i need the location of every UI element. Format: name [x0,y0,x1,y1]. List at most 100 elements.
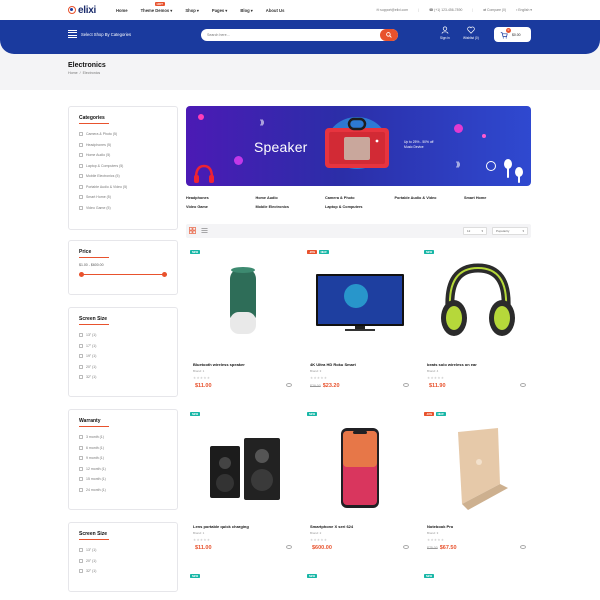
compare-link[interactable]: ⇄ Compare (0) [483,8,506,12]
logo[interactable]: elixi [68,5,96,16]
email-link[interactable]: ✉ support@elixi.com [376,8,408,12]
checkbox[interactable] [79,163,83,168]
nav-item-pages[interactable]: Pages ▾ [212,8,227,13]
category-option[interactable]: Camera & Photo (5) [79,129,167,140]
signin-link[interactable]: Sign in [440,26,450,40]
category-option[interactable]: Headphones (5) [79,140,167,151]
screen-size-option[interactable]: 13" (1) [79,330,167,341]
product-card[interactable]: -20% NEW 4K Ultra HD Roku Smart Brand: 3 … [303,242,416,402]
product-card[interactable]: NEW Lens portable quick charging Brand: … [186,404,299,564]
checkbox[interactable] [79,558,83,563]
checkbox[interactable] [79,487,83,492]
warranty-option[interactable]: 6 month (1) [79,443,167,454]
category-option[interactable]: Mobile Electronics (5) [79,171,167,182]
nav-item-theme-demos[interactable]: Theme Demos ▾ HOT [141,1,172,13]
product-image[interactable] [311,256,408,349]
product-card[interactable]: NEW [186,566,299,600]
breadcrumb-home[interactable]: Home [68,71,78,75]
product-image[interactable] [311,418,408,511]
checkbox[interactable] [79,195,83,200]
category-option[interactable]: Laptop & Computers (5) [79,161,167,172]
slider-max-handle[interactable] [162,271,167,277]
warranty-option[interactable]: 9 month (1) [79,453,167,464]
checkbox[interactable] [79,456,83,461]
checkbox[interactable] [79,569,83,574]
cart-button[interactable]: 0 $0.00 [494,27,531,42]
product-image[interactable] [194,418,291,511]
quick-view-eye-icon[interactable] [403,545,409,549]
promo-banner[interactable]: ))) ))) Speaker Up to 25% - 50% off Musi… [186,106,531,186]
nav-item-shop[interactable]: Shop ▾ [185,8,199,13]
screen-size-option[interactable]: 32" (1) [79,372,167,383]
category-option[interactable]: Video Game (5) [79,203,167,214]
category-link[interactable]: Laptop & Computers [325,205,395,209]
category-link[interactable]: Camera & Photo [325,196,395,200]
quick-view-eye-icon[interactable] [520,383,526,387]
quick-view-eye-icon[interactable] [403,383,409,387]
nav-item-blog[interactable]: Blog ▾ [240,8,252,13]
category-option[interactable]: Portable Audio & Video (5) [79,182,167,193]
quick-view-eye-icon[interactable] [286,545,292,549]
wishlist-link[interactable]: Wishlist (0) [463,26,479,40]
product-card[interactable]: NEW beats solo wireless on ear Brand: 4 … [420,242,533,402]
product-image[interactable] [428,418,525,511]
category-option[interactable]: Home Audio (5) [79,150,167,161]
product-card[interactable]: NEW [420,566,533,600]
sort-select[interactable]: Popularity ▾ [492,227,528,235]
price-slider[interactable] [79,271,167,277]
category-link[interactable]: Mobile Electronics [256,205,326,209]
phone-link[interactable]: ☎ (+1) 123-456-7890 [429,8,462,12]
checkbox[interactable] [79,364,83,369]
quick-view-eye-icon[interactable] [286,383,292,387]
checkbox[interactable] [79,333,83,338]
screen-size-option[interactable]: 20" (1) [79,556,167,567]
checkbox[interactable] [79,354,83,359]
product-card[interactable]: NEW Smartphone X seri 624 Brand: 2 ★★★★★… [303,404,416,564]
product-name[interactable]: Smartphone X seri 624 [310,524,353,529]
checkbox[interactable] [79,375,83,380]
product-image[interactable] [194,256,291,349]
category-link[interactable]: Home Audio [256,196,326,200]
product-card[interactable]: NEW [303,566,416,600]
checkbox[interactable] [79,174,83,179]
checkbox[interactable] [79,445,83,450]
nav-item-home[interactable]: Home [116,8,128,13]
list-view-icon[interactable] [201,227,208,234]
slider-min-handle[interactable] [79,271,84,277]
checkbox[interactable] [79,466,83,471]
checkbox[interactable] [79,548,83,553]
category-link[interactable]: Video Game [186,205,256,209]
checkbox[interactable] [79,184,83,189]
language-select[interactable]: ▪ English ▾ [516,8,532,12]
warranty-option[interactable]: 3 month (1) [79,432,167,443]
nav-item-about[interactable]: About Us [266,8,285,13]
screen-size-option[interactable]: 20" (1) [79,362,167,373]
checkbox[interactable] [79,153,83,158]
per-page-select[interactable]: 12 ▾ [463,227,487,235]
checkbox[interactable] [79,343,83,348]
screen-size-option[interactable]: 13" (1) [79,545,167,556]
screen-size-option[interactable]: 17" (1) [79,341,167,352]
quick-view-eye-icon[interactable] [520,545,526,549]
screen-size-option[interactable]: 32" (1) [79,566,167,577]
category-link[interactable]: Portable Audio & Video [395,196,465,200]
checkbox[interactable] [79,205,83,210]
search-input[interactable] [201,33,380,37]
category-link[interactable]: Smart Home [464,196,534,200]
product-name[interactable]: beats solo wireless on ear [427,362,477,367]
warranty-option[interactable]: 12 month (1) [79,464,167,475]
product-name[interactable]: Lens portable quick charging [193,524,249,529]
warranty-option[interactable]: 15 month (1) [79,474,167,485]
product-card[interactable]: NEW Bluetooth wireless speaker Brand: 1 … [186,242,299,402]
category-link[interactable]: Headphones [186,196,256,200]
product-name[interactable]: 4K Ultra HD Roku Smart [310,362,356,367]
category-option[interactable]: Smart Home (5) [79,192,167,203]
product-image[interactable] [428,256,525,349]
checkbox[interactable] [79,132,83,137]
product-card[interactable]: -10% NEW Notebook Pro Brand: 3 ★★★★★ $75.… [420,404,533,564]
warranty-option[interactable]: 24 month (1) [79,485,167,496]
screen-size-option[interactable]: 19" (1) [79,351,167,362]
search-button[interactable] [380,29,398,41]
checkbox[interactable] [79,142,83,147]
product-name[interactable]: Bluetooth wireless speaker [193,362,245,367]
